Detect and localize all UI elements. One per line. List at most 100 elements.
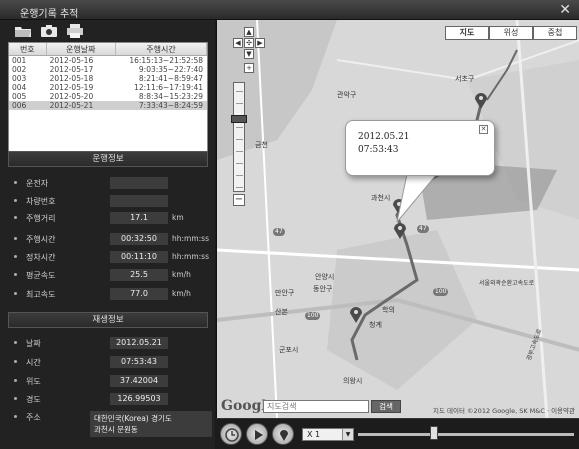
drive-time-label: 주행시간: [26, 235, 56, 244]
print-icon[interactable]: [66, 24, 84, 38]
row-drive-time: 8:8:34~15:23:29: [138, 92, 203, 101]
map-label-manan: 만안구: [275, 289, 295, 297]
driver-label: 운전자: [26, 179, 49, 188]
bullet-icon: [14, 415, 17, 418]
tab-hybrid[interactable]: 중첩: [533, 26, 577, 40]
map-label-dongan: 동안구: [313, 285, 333, 293]
speed-select[interactable]: X 1 ▼: [302, 428, 354, 441]
stop-time-value: 00:11:10: [110, 251, 168, 263]
avg-speed-row: 평균속도 25.5 km/h: [14, 268, 209, 282]
max-speed-value: 77.0: [110, 288, 168, 300]
table-row[interactable]: 004 2012-05-19 12:11:6~17:19:41: [9, 83, 207, 92]
table-row[interactable]: 003 2012-05-18 8:21:41~8:59:47: [9, 74, 207, 83]
map-attribution: 지도 데이터 ©2012 Google, SK M&C · 이용약관: [433, 407, 575, 415]
column-header-drive-time[interactable]: 주행시간: [116, 43, 207, 55]
address-row: 주소 대한민국(Korea) 경기도 과천시 문원동: [14, 410, 212, 440]
table-row[interactable]: 001 2012-05-16 16:15:13~21:52:58: [9, 56, 207, 65]
clock-button[interactable]: [220, 423, 242, 445]
row-drive-time: 9:03:35~22:7:40: [138, 65, 203, 74]
time-label: 시간: [26, 358, 41, 367]
popup-close-icon[interactable]: ✕: [479, 125, 488, 134]
playback-slider[interactable]: [358, 433, 574, 436]
zoom-slider[interactable]: [233, 82, 245, 192]
playback-bar: X 1 ▼: [216, 418, 579, 449]
zoom-in-icon[interactable]: +: [244, 63, 254, 73]
row-number: 002: [12, 65, 27, 74]
row-date: 2012-05-20: [49, 92, 94, 101]
driving-info-header: 운행정보: [8, 151, 208, 167]
vehicle-row: 차량번호: [14, 194, 209, 208]
map-label-gwacheon: 과천시: [371, 194, 391, 202]
location-button[interactable]: [272, 423, 294, 445]
max-speed-unit: km/h: [172, 289, 191, 298]
info-popup: 2012.05.21 07:53:43 ✕: [345, 120, 495, 176]
row-number: 005: [12, 92, 27, 101]
map-label-gwanak: 관악구: [337, 91, 357, 99]
bullet-icon: [14, 237, 17, 240]
drive-time-value: 00:32:50: [110, 233, 168, 245]
bullet-icon: [14, 360, 17, 363]
table-row[interactable]: 002 2012-05-17 9:03:35~22:7:40: [9, 65, 207, 74]
playback-slider-thumb[interactable]: [429, 426, 438, 440]
zoom-out-icon[interactable]: −: [233, 194, 245, 206]
row-number: 004: [12, 83, 27, 92]
row-number: 006: [12, 101, 27, 110]
column-header-number[interactable]: 번호: [9, 43, 47, 55]
popup-pointer: [396, 174, 438, 223]
map-search-button[interactable]: 검색: [371, 400, 401, 413]
map-label-seocho: 서초구: [455, 75, 475, 83]
map-label-cheonggye: 청계: [369, 321, 382, 329]
play-button[interactable]: [246, 423, 268, 445]
road-badge: 100: [305, 312, 321, 320]
column-header-date[interactable]: 운행날짜: [47, 43, 116, 55]
pan-center-icon[interactable]: ✣: [244, 38, 254, 48]
distance-label: 주행거리: [26, 214, 56, 223]
map-marker-icon[interactable]: [474, 92, 488, 110]
zoom-slider-thumb[interactable]: [231, 115, 247, 123]
pan-up-icon[interactable]: ▲: [244, 27, 254, 37]
max-speed-row: 최고속도 77.0 km/h: [14, 287, 209, 301]
map-type-tabs: 지도 위성 중첩: [445, 26, 577, 40]
chevron-down-icon[interactable]: ▼: [342, 429, 353, 440]
time-value: 07:53:43: [110, 356, 168, 368]
map-label-sanbon: 산본: [275, 308, 288, 316]
vehicle-value: [110, 195, 168, 207]
title-bar: 운행기록 추적 ✕: [0, 0, 579, 20]
popup-date: 2012.05.21: [358, 132, 410, 142]
bullet-icon: [14, 379, 17, 382]
map-search-input[interactable]: [263, 400, 369, 413]
open-folder-icon[interactable]: [14, 24, 32, 38]
road-badge: 47: [417, 225, 429, 233]
record-list: 번호 운행날짜 주행시간 001 2012-05-16 16:15:13~21:…: [8, 42, 208, 166]
road-badge: 100: [433, 288, 449, 296]
drive-time-row: 주행시간 00:32:50 hh:mm:ss: [14, 232, 209, 246]
speed-value: X 1: [307, 430, 321, 439]
close-icon[interactable]: ✕: [559, 2, 571, 18]
tab-map[interactable]: 지도: [445, 26, 489, 40]
row-drive-time: 7:33:43~8:24:59: [138, 101, 203, 110]
row-date: 2012-05-19: [49, 83, 94, 92]
row-number: 003: [12, 74, 27, 83]
pan-left-icon[interactable]: ◀: [233, 38, 243, 48]
map-label-seoul-ring: 서울외곽순환고속도로: [479, 280, 535, 287]
map-label-hakui: 학의: [382, 306, 395, 314]
latitude-label: 위도: [26, 377, 41, 386]
address-value: 대한민국(Korea) 경기도 과천시 문원동: [90, 411, 212, 437]
map-label-uiwang: 의왕시: [343, 377, 363, 385]
bullet-icon: [14, 341, 17, 344]
pan-down-icon[interactable]: ▼: [244, 49, 254, 59]
playback-info-header: 재생정보: [8, 312, 208, 328]
tab-satellite[interactable]: 위성: [489, 26, 533, 40]
address-line-2: 과천시 문원동: [94, 425, 138, 434]
map-label-gunpo: 군포시: [279, 346, 299, 354]
pan-right-icon[interactable]: ▶: [255, 38, 265, 48]
map-marker-icon[interactable]: [349, 306, 363, 324]
camera-icon[interactable]: [40, 24, 58, 38]
table-row-selected[interactable]: 006 2012-05-21 7:33:43~8:24:59: [9, 101, 207, 110]
stop-time-label: 정차시간: [26, 253, 56, 262]
map-view[interactable]: 지도 위성 중첩 ▲ ◀ ✣ ▶ ▼ + − 서초구 관악구 금천 과천시 안양…: [216, 20, 579, 418]
bullet-icon: [14, 199, 17, 202]
latitude-row: 위도 37.42004: [14, 374, 209, 388]
vehicle-label: 차량번호: [26, 197, 56, 206]
table-row[interactable]: 005 2012-05-20 8:8:34~15:23:29: [9, 92, 207, 101]
